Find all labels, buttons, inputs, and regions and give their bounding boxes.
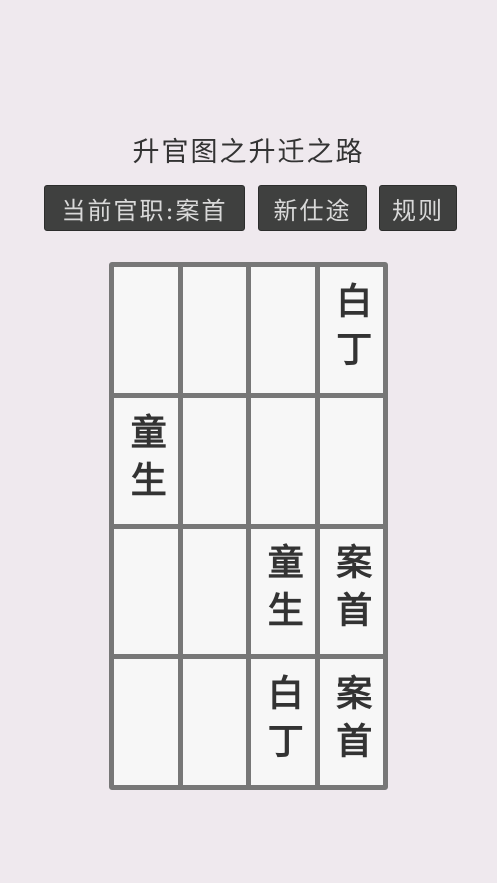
board-cell-r1-c2[interactable]	[182, 267, 246, 393]
new-game-button[interactable]: 新仕途	[258, 185, 367, 231]
board-cell-r2-c2[interactable]	[182, 397, 246, 524]
board-cell-r2-c1[interactable]: 童生	[114, 397, 178, 524]
board-cell-r4-c2[interactable]	[182, 659, 246, 785]
board-cell-r1-c1[interactable]	[114, 267, 178, 393]
board-cell-r3-c4[interactable]: 案首	[319, 528, 383, 655]
board-cell-r4-c4[interactable]: 案首	[319, 659, 383, 785]
tile-label: 案首	[330, 543, 373, 640]
board-cell-r2-c4[interactable]	[319, 397, 383, 524]
tile-label: 童生	[124, 412, 167, 509]
board-cell-r2-c3[interactable]	[251, 397, 315, 524]
rules-button[interactable]: 规则	[379, 185, 457, 231]
tile-label: 案首	[330, 674, 373, 771]
game-title: 升官图之升迁之路	[132, 137, 365, 168]
board-cell-r3-c3[interactable]: 童生	[251, 528, 315, 655]
tile-label: 白丁	[330, 281, 373, 378]
board-cell-r4-c3[interactable]: 白丁	[251, 659, 315, 785]
current-rank-button[interactable]: 当前官职:案首	[44, 185, 245, 231]
board-cell-r1-c4[interactable]: 白丁	[319, 267, 383, 393]
game-board: 白丁 童生 童生 案首 白丁 案首	[109, 262, 388, 790]
tile-label: 童生	[261, 543, 304, 640]
board-cell-r3-c2[interactable]	[182, 528, 246, 655]
board-cell-r1-c3[interactable]	[251, 267, 315, 393]
tile-label: 白丁	[261, 674, 304, 771]
board-cell-r4-c1[interactable]	[114, 659, 178, 785]
board-cell-r3-c1[interactable]	[114, 528, 178, 655]
